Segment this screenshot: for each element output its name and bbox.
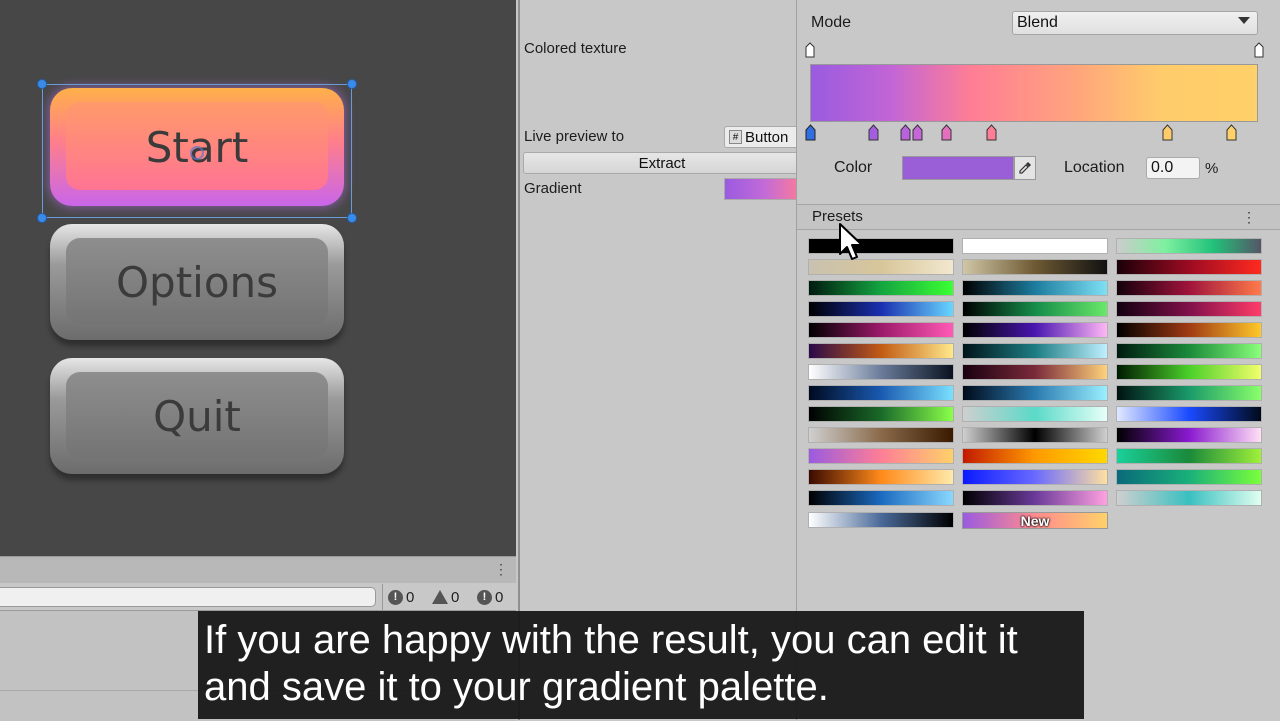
console-search-input[interactable] [0, 587, 376, 607]
color-key-marker[interactable] [912, 124, 923, 141]
preset-swatch[interactable] [962, 448, 1108, 464]
selection-handle-bottom-right[interactable] [347, 213, 357, 223]
preset-swatch[interactable] [1116, 343, 1262, 359]
preset-swatch[interactable] [962, 259, 1108, 275]
preset-swatch[interactable] [1116, 406, 1262, 422]
preset-swatch[interactable] [962, 469, 1108, 485]
alpha-key-marker[interactable] [805, 42, 815, 58]
color-key-marker[interactable] [900, 124, 911, 141]
error-icon: ! [388, 589, 403, 605]
alpha-key-marker[interactable] [1254, 42, 1264, 58]
preset-swatch[interactable] [808, 238, 954, 254]
quit-button[interactable]: Quit [50, 358, 344, 474]
color-key-marker[interactable] [1226, 124, 1237, 141]
selection-handle-top-left[interactable] [37, 79, 47, 89]
preset-swatch[interactable] [808, 406, 954, 422]
preset-swatch[interactable] [808, 427, 954, 443]
eyedropper-button[interactable] [1014, 156, 1036, 180]
eyedropper-icon [1019, 162, 1031, 174]
gradient-label: Gradient [524, 180, 582, 197]
selection-handle-top-right[interactable] [347, 79, 357, 89]
color-label: Color [834, 159, 873, 176]
subtitle-caption: If you are happy with the result, you ca… [198, 611, 1084, 719]
new-preset-button[interactable]: New [962, 512, 1108, 529]
color-key-marker[interactable] [868, 124, 879, 141]
preset-swatch[interactable] [962, 385, 1108, 401]
colored-texture-label: Colored texture [524, 40, 627, 57]
presets-header [797, 204, 1280, 230]
quit-button-label: Quit [153, 391, 241, 441]
pivot-icon[interactable] [190, 146, 204, 160]
options-button[interactable]: Options [50, 224, 344, 340]
info-count-toggle[interactable]: ! 0 [477, 586, 503, 608]
extract-button[interactable]: Extract [523, 152, 801, 174]
selection-handle-bottom-left[interactable] [37, 213, 47, 223]
more-options-icon[interactable]: ⋮ [1242, 207, 1256, 227]
gradient-field[interactable] [724, 178, 804, 200]
preset-swatch[interactable] [962, 301, 1108, 317]
preset-swatch[interactable] [808, 322, 954, 338]
warning-icon [432, 590, 448, 604]
options-button-label: Options [115, 257, 279, 307]
warning-count: 0 [451, 588, 460, 606]
preset-swatch[interactable] [808, 490, 954, 506]
chevron-down-icon [1238, 17, 1250, 24]
location-input[interactable]: 0.0 [1146, 157, 1200, 179]
mode-dropdown[interactable]: Blend [1012, 11, 1258, 35]
live-preview-target: Button [745, 128, 789, 146]
error-count: 0 [406, 588, 415, 606]
preset-swatch[interactable] [808, 259, 954, 275]
preset-swatch[interactable] [808, 364, 954, 380]
location-label: Location [1064, 159, 1125, 176]
color-key-marker[interactable] [986, 124, 997, 141]
preset-swatch[interactable] [1116, 238, 1262, 254]
preset-swatch[interactable] [1116, 322, 1262, 338]
color-field[interactable] [902, 156, 1014, 180]
info-icon: ! [477, 589, 492, 605]
preset-swatch[interactable] [962, 322, 1108, 338]
preset-swatch[interactable] [962, 238, 1108, 254]
preset-swatch[interactable] [962, 280, 1108, 296]
preset-swatch[interactable] [962, 406, 1108, 422]
color-key-marker[interactable] [1162, 124, 1173, 141]
preset-swatch[interactable] [808, 385, 954, 401]
caption-line-2: and save it to your gradient palette. [204, 665, 829, 709]
preset-swatch[interactable] [808, 448, 954, 464]
live-preview-field[interactable]: # Button [724, 126, 804, 148]
color-key-marker[interactable] [941, 124, 952, 141]
preset-swatch[interactable] [808, 301, 954, 317]
gradient-preview-bar[interactable] [810, 64, 1258, 122]
preset-swatch[interactable] [1116, 448, 1262, 464]
preset-swatch[interactable] [962, 427, 1108, 443]
preset-swatch[interactable] [808, 343, 954, 359]
color-key-marker[interactable] [805, 124, 816, 141]
preset-swatch[interactable] [1116, 259, 1262, 275]
preset-swatch[interactable] [808, 280, 954, 296]
caption-line-1: If you are happy with the result, you ca… [204, 618, 1018, 662]
preset-swatch[interactable] [808, 512, 954, 528]
preset-swatch[interactable] [1116, 469, 1262, 485]
preset-swatch[interactable] [962, 490, 1108, 506]
preset-swatch[interactable] [1116, 364, 1262, 380]
info-count: 0 [495, 588, 504, 606]
live-preview-label: Live preview to [524, 128, 625, 145]
script-icon: # [729, 130, 742, 144]
warning-count-toggle[interactable]: 0 [432, 586, 459, 608]
error-count-toggle[interactable]: ! 0 [388, 586, 414, 608]
preset-swatch[interactable] [1116, 385, 1262, 401]
preset-swatch[interactable] [1116, 490, 1262, 506]
preset-swatch[interactable] [962, 343, 1108, 359]
preset-swatch[interactable] [808, 469, 954, 485]
mode-label: Mode [811, 14, 852, 31]
console-header [0, 556, 516, 583]
more-options-icon[interactable]: ⋮ [494, 560, 508, 578]
preset-swatch[interactable] [1116, 427, 1262, 443]
location-unit: % [1205, 160, 1219, 177]
preset-swatch[interactable] [1116, 301, 1262, 317]
preset-swatch[interactable] [962, 364, 1108, 380]
divider [382, 584, 383, 610]
preset-swatch[interactable] [1116, 280, 1262, 296]
mouse-cursor-icon [839, 223, 863, 260]
